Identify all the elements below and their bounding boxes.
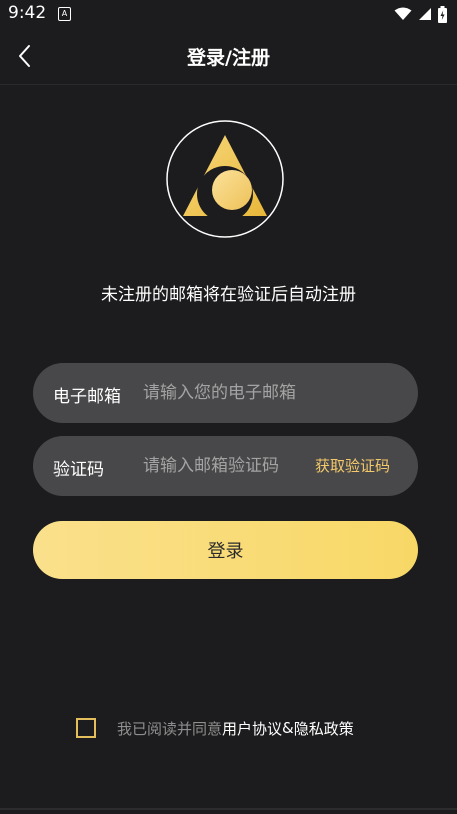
header-divider	[0, 84, 457, 85]
privacy-policy-link[interactable]: 隐私政策	[294, 718, 354, 739]
app-notification-icon: A	[58, 7, 71, 21]
bottom-divider	[0, 808, 457, 810]
status-icons	[394, 5, 447, 23]
email-label: 电子邮箱	[53, 387, 121, 407]
verification-code-field: 验证码 获取验证码	[33, 436, 418, 496]
verification-code-input[interactable]	[143, 449, 303, 483]
page-title: 登录/注册	[187, 47, 270, 69]
agreement-row: 我已阅读并同意 用户协议 & 隐私政策	[76, 716, 354, 740]
agreement-checkbox[interactable]	[76, 718, 96, 738]
login-screen: 9:42 A 登录/注册 未注册的邮箱将在验证后自动注册 电子邮箱 请输入您的电…	[0, 0, 457, 814]
signal-icon	[419, 8, 431, 20]
agreement-prefix: 我已阅读并同意	[117, 719, 223, 738]
app-logo	[166, 120, 284, 238]
auto-register-hint: 未注册的邮箱将在验证后自动注册	[101, 285, 356, 305]
login-button[interactable]: 登录	[33, 521, 418, 579]
triangle-crescent-logo	[166, 120, 284, 238]
get-code-button[interactable]: 获取验证码	[315, 455, 390, 476]
email-field: 电子邮箱	[33, 363, 418, 423]
status-bar: 9:42 A	[0, 0, 457, 28]
battery-icon	[438, 5, 447, 23]
agreement-ampersand: &	[282, 719, 294, 737]
email-input[interactable]	[143, 376, 398, 410]
verification-code-label: 验证码	[53, 460, 104, 480]
status-time: 9:42	[8, 3, 47, 23]
nav-bar: 登录/注册	[0, 28, 457, 84]
wifi-icon	[394, 7, 412, 20]
user-agreement-link[interactable]: 用户协议	[222, 718, 282, 739]
login-button-label: 登录	[207, 541, 244, 562]
